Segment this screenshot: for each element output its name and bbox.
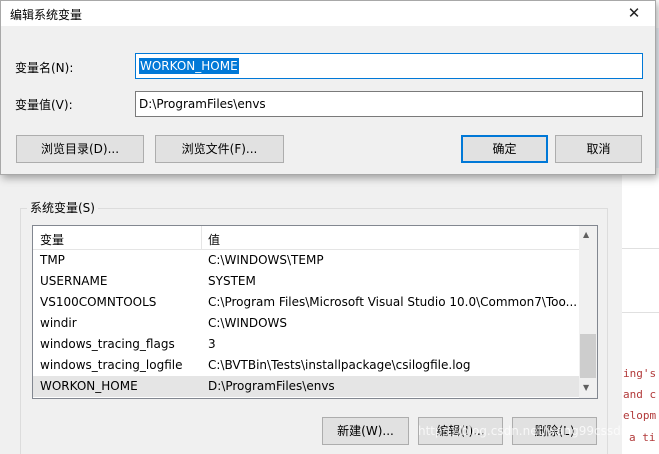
table-row-selected[interactable]: WORKON_HOME D:\ProgramFiles\envs (33, 376, 579, 397)
row-value: C:\Program Files\Microsoft Visual Studio… (208, 295, 578, 309)
row-value: C:\BVTBin\Tests\installpackage\csilogfil… (208, 358, 471, 372)
browse-file-button[interactable]: 浏览文件(F)... (155, 135, 284, 163)
row-name: windows_tracing_logfile (40, 358, 183, 372)
table-row[interactable]: TMP C:\WINDOWS\TEMP (33, 250, 579, 271)
close-icon[interactable]: ✕ (619, 2, 649, 24)
row-name: USERNAME (40, 274, 108, 288)
table-row[interactable]: USERNAME SYSTEM (33, 271, 579, 292)
watermark: https://blog.csdn.net/wang99cssdn (418, 424, 629, 438)
environment-variables-window: 系统变量(S) 变量 值 TMP C:\WINDOWS\TEMP USERNAM… (0, 165, 622, 454)
title-bar[interactable]: 编辑系统变量 ✕ (1, 1, 655, 26)
browse-directory-button[interactable]: 浏览目录(D)... (16, 135, 144, 163)
ok-button[interactable]: 确定 (461, 135, 548, 163)
column-header-name[interactable]: 变量 (40, 231, 64, 248)
table-row[interactable]: windir C:\WINDOWS (33, 313, 579, 334)
variable-value-input[interactable]: D:\ProgramFiles\envs (135, 91, 643, 117)
variable-name-input[interactable]: WORKON_HOME (135, 53, 643, 79)
variable-value-text: D:\ProgramFiles\envs (139, 97, 266, 111)
dialog-title: 编辑系统变量 (10, 8, 83, 22)
row-name: windir (40, 316, 77, 330)
background-code-line: and c (623, 388, 657, 401)
variable-value-label: 变量值(V): (15, 98, 73, 112)
row-name: WORKON_HOME (40, 379, 138, 393)
table-row[interactable]: windows_tracing_logfile C:\BVTBin\Tests\… (33, 355, 579, 376)
variable-name-label: 变量名(N): (15, 61, 74, 75)
table-row[interactable]: windows_tracing_flags 3 (33, 334, 579, 355)
edit-system-variable-dialog: 编辑系统变量 ✕ 变量名(N): WORKON_HOME 变量值(V): D:\… (0, 0, 656, 175)
column-header-value[interactable]: 值 (208, 231, 220, 248)
table-row[interactable]: VS100COMNTOOLS C:\Program Files\Microsof… (33, 292, 579, 313)
background-code-line: elopm (623, 409, 657, 422)
row-value: SYSTEM (208, 274, 256, 288)
new-button[interactable]: 新建(W)... (322, 417, 409, 445)
scrollbar-thumb[interactable] (580, 334, 596, 378)
row-value: C:\WINDOWS (208, 316, 288, 330)
list-header: 变量 值 (33, 226, 579, 250)
row-value: C:\WINDOWS\TEMP (208, 253, 324, 267)
background-code-line: ing's (623, 367, 657, 380)
row-value: 3 (208, 337, 216, 351)
background-code-line: a ti (629, 431, 656, 444)
scroll-down-icon[interactable]: ▼ (583, 383, 589, 392)
row-value: D:\ProgramFiles\envs (208, 379, 335, 393)
scroll-up-icon[interactable]: ▲ (583, 230, 589, 239)
system-variables-list[interactable]: 变量 值 TMP C:\WINDOWS\TEMP USERNAME SYSTEM… (32, 225, 598, 399)
row-name: TMP (40, 253, 65, 267)
cancel-button[interactable]: 取消 (555, 135, 642, 163)
variable-name-value: WORKON_HOME (139, 58, 239, 74)
vertical-scrollbar[interactable]: ▲ ▼ (579, 226, 597, 398)
system-variables-title: 系统变量(S) (27, 199, 98, 216)
row-name: VS100COMNTOOLS (40, 295, 157, 309)
row-name: windows_tracing_flags (40, 337, 175, 351)
